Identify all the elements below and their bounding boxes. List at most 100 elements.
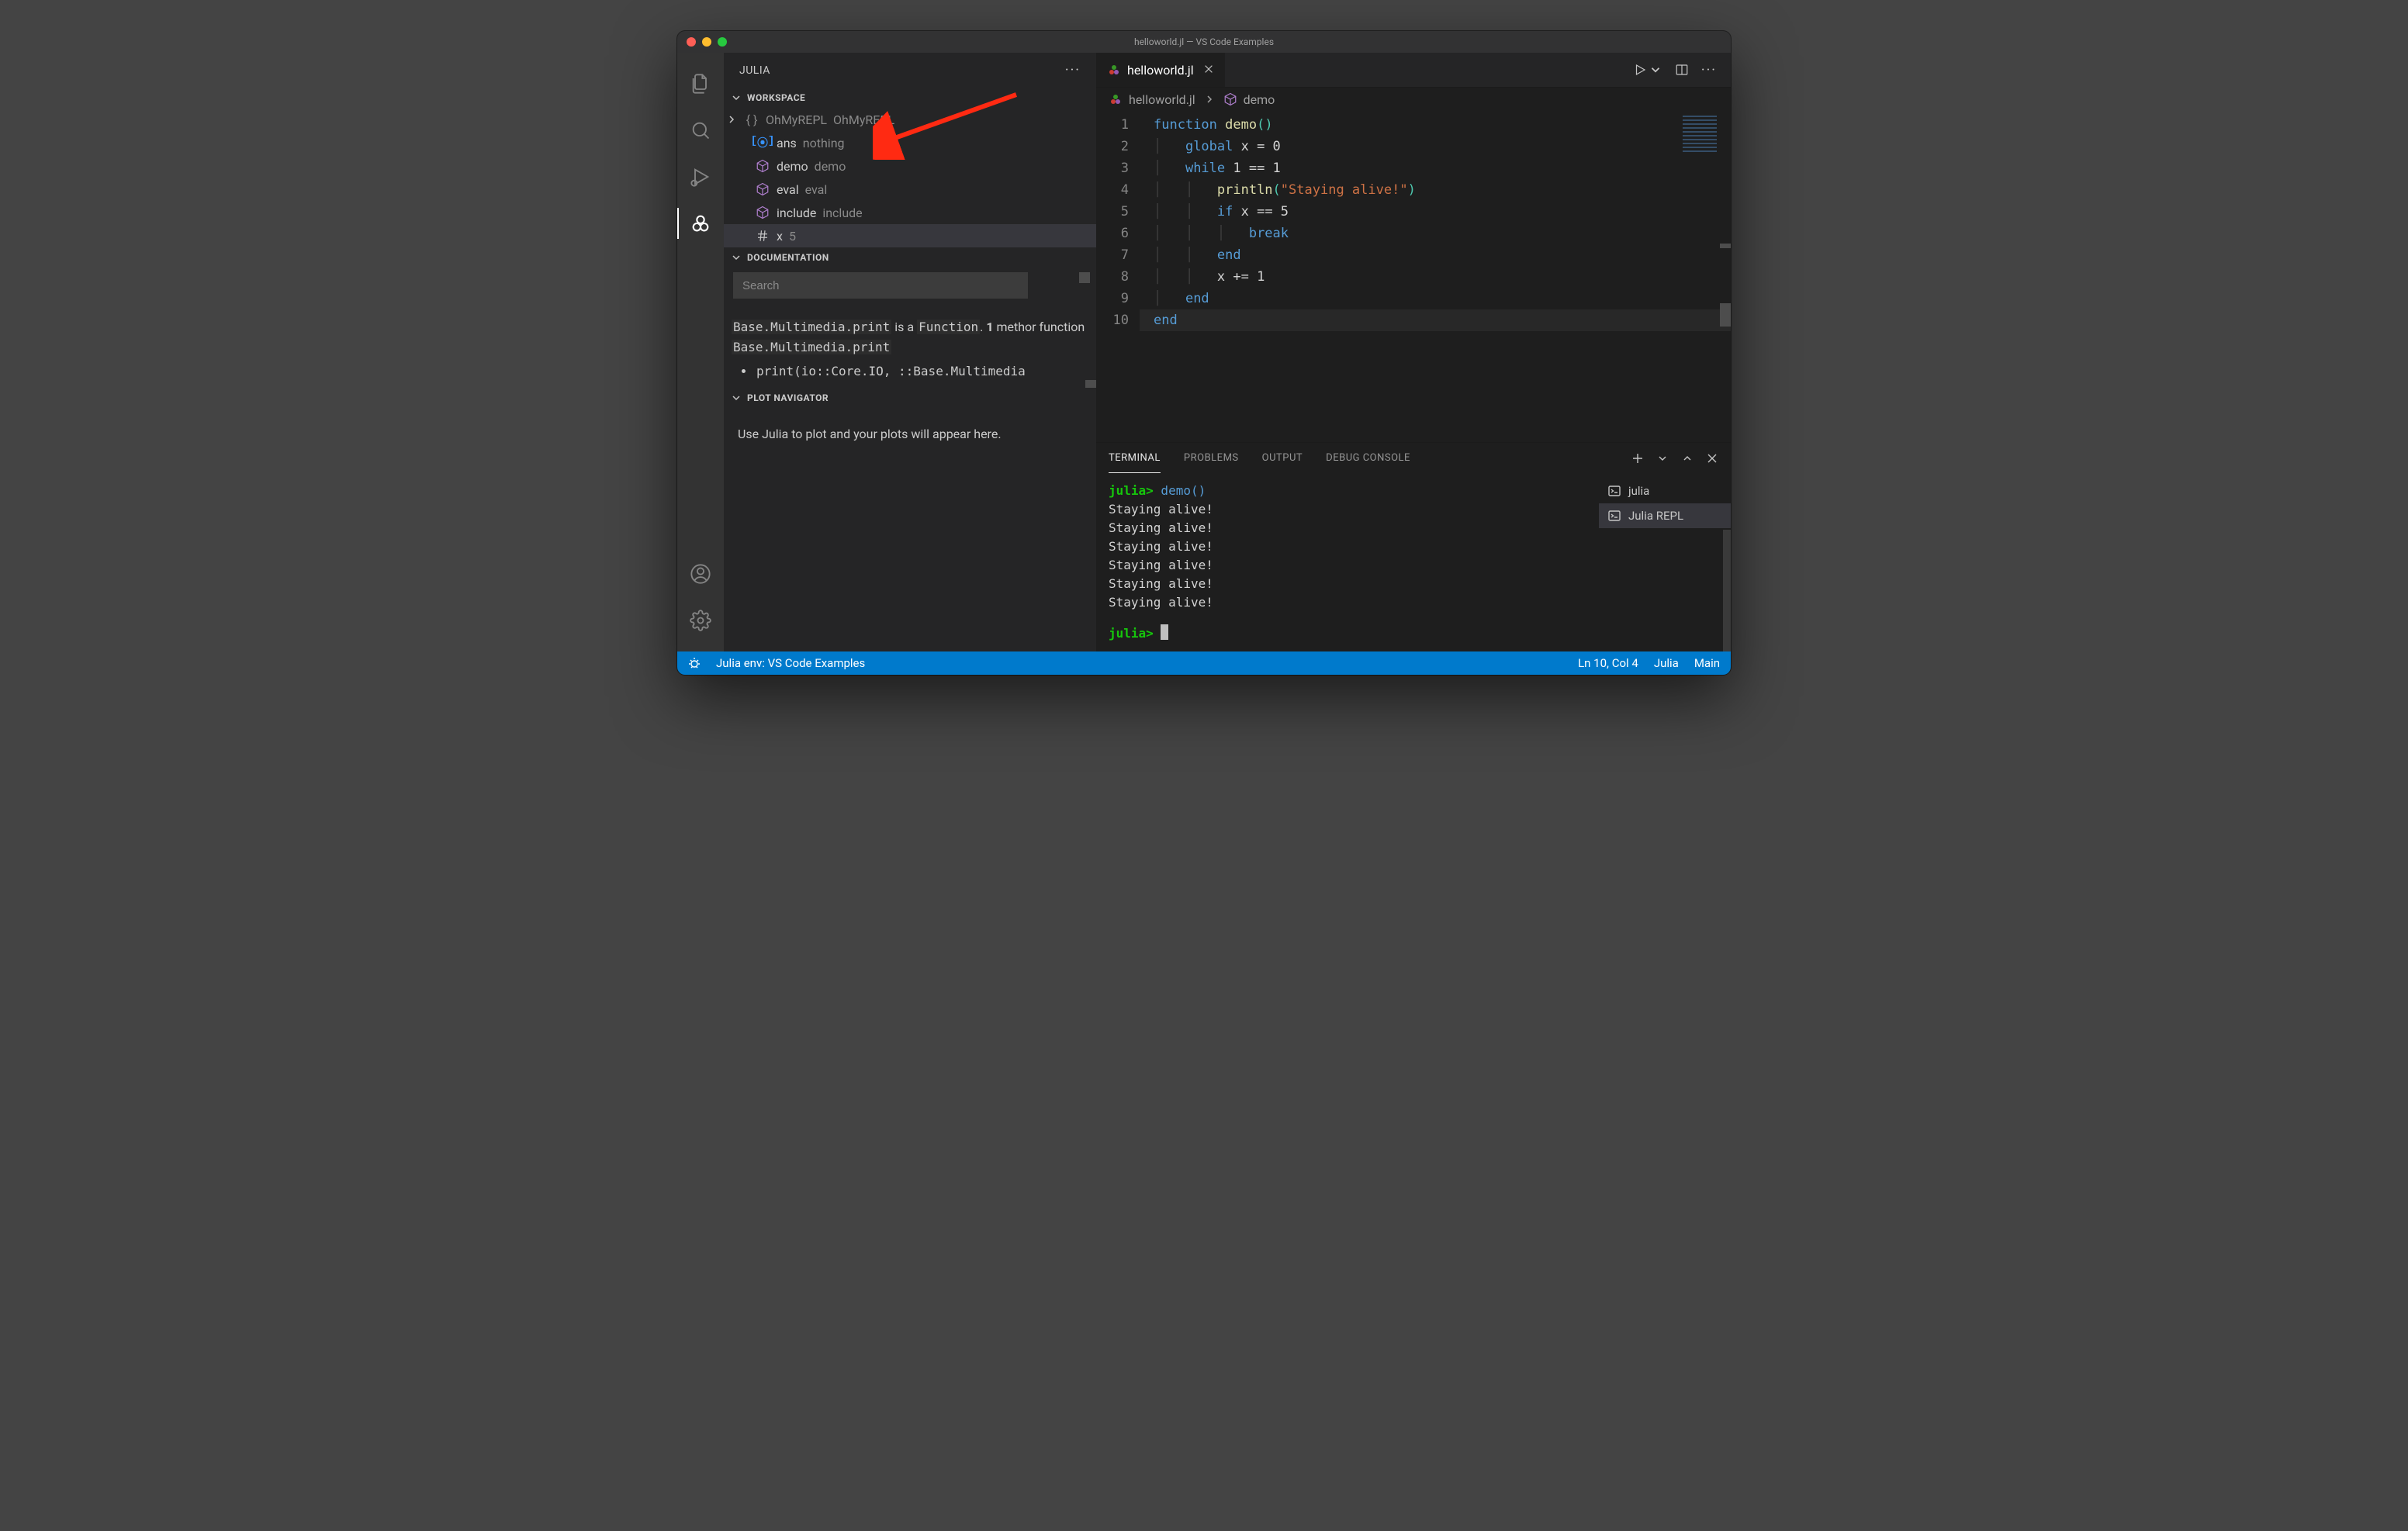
plot-navigator-text: Use Julia to plot and your plots will ap… xyxy=(724,408,1096,460)
workspace-item-eval[interactable]: eval eval xyxy=(724,178,1096,201)
section-workspace: WORKSPACE { } OhMyREPL OhMyREPL [⦿] ans … xyxy=(724,88,1096,247)
workspace-item-x[interactable]: x 5 xyxy=(724,224,1096,247)
panel-tab-terminal[interactable]: TERMINAL xyxy=(1109,443,1161,473)
editor-more-button[interactable]: ··· xyxy=(1701,62,1717,78)
doc-count: 1 xyxy=(986,320,993,334)
breadcrumb-file[interactable]: helloworld.jl xyxy=(1109,92,1195,107)
panel-tab-debug-console[interactable]: DEBUG CONSOLE xyxy=(1326,443,1410,473)
section-plot-navigator: PLOT NAVIGATOR Use Julia to plot and you… xyxy=(724,388,1096,460)
explorer-tab[interactable] xyxy=(677,62,724,105)
julia-tab[interactable] xyxy=(677,202,724,245)
workspace-header[interactable]: WORKSPACE xyxy=(724,88,1096,108)
token-function: demo xyxy=(1225,117,1257,133)
window: helloworld.jl — VS Code Examples xyxy=(677,31,1731,675)
token: x == 5 xyxy=(1233,204,1289,219)
doc-symbol: Base.Multimedia.print xyxy=(732,340,891,354)
workbench: JULIA ··· WORKSPACE { } OhMyREPL OhMyREP… xyxy=(677,53,1731,651)
close-window-button[interactable] xyxy=(687,37,696,47)
bottom-panel: TERMINAL PROBLEMS OUTPUT DEBUG CONSOLE j… xyxy=(1096,442,1731,651)
close-panel-button[interactable] xyxy=(1706,452,1718,465)
token-string: "Staying alive!" xyxy=(1281,182,1408,198)
scrollbar-indicator[interactable] xyxy=(1079,272,1090,283)
token-keyword: end xyxy=(1185,291,1209,306)
close-tab-button[interactable] xyxy=(1203,63,1214,78)
item-type: 5 xyxy=(789,229,796,244)
chevron-down-icon[interactable] xyxy=(1656,452,1669,465)
code-editor[interactable]: 1 2 3 4 5 6 7 8 9 10 function demo()│ gl… xyxy=(1096,111,1731,442)
token-paren: () xyxy=(1257,117,1272,133)
documentation-header[interactable]: DOCUMENTATION xyxy=(724,247,1096,268)
hash-icon xyxy=(756,229,770,243)
terminal-list-item[interactable]: julia xyxy=(1599,479,1731,503)
status-branch[interactable]: Main xyxy=(1694,656,1720,670)
sidebar-more-button[interactable]: ··· xyxy=(1065,62,1081,78)
documentation-scrollbar[interactable] xyxy=(1085,380,1096,388)
tab-helloworld[interactable]: helloworld.jl xyxy=(1096,53,1226,87)
julia-icon xyxy=(690,213,711,234)
workspace-item-include[interactable]: include include xyxy=(724,201,1096,224)
workspace-item-demo[interactable]: demo demo xyxy=(724,154,1096,178)
chevron-up-icon[interactable] xyxy=(1681,452,1694,465)
new-terminal-button[interactable] xyxy=(1631,452,1644,465)
status-julia-env[interactable]: Julia env: VS Code Examples xyxy=(716,656,865,670)
terminal-icon xyxy=(1608,510,1621,522)
sidebar-title: JULIA ··· xyxy=(724,53,1096,88)
status-cursor-position[interactable]: Ln 10, Col 4 xyxy=(1578,656,1638,670)
line-number: 8 xyxy=(1096,266,1129,288)
token-keyword: if xyxy=(1217,204,1233,219)
terminal-list: julia Julia REPL xyxy=(1599,474,1731,651)
item-name: x xyxy=(777,229,783,244)
terminal-list-scrollbar[interactable] xyxy=(1723,530,1731,651)
token-paren: ) xyxy=(1408,182,1416,198)
workspace-item-ans[interactable]: [⦿] ans nothing xyxy=(724,131,1096,154)
status-language-mode[interactable]: Julia xyxy=(1654,656,1679,670)
julia-file-icon xyxy=(1107,63,1121,77)
close-icon xyxy=(1203,64,1214,74)
terminal-list-item[interactable]: Julia REPL xyxy=(1599,503,1731,528)
token-keyword: function xyxy=(1154,117,1217,133)
item-name: OhMyREPL xyxy=(766,112,827,127)
plot-navigator-label: PLOT NAVIGATOR xyxy=(747,392,829,403)
titlebar[interactable]: helloworld.jl — VS Code Examples xyxy=(677,31,1731,53)
token: x = 0 xyxy=(1233,139,1280,154)
overview-ruler[interactable] xyxy=(1720,111,1731,442)
documentation-search-input[interactable] xyxy=(733,272,1028,299)
plot-navigator-header[interactable]: PLOT NAVIGATOR xyxy=(724,388,1096,408)
module-icon xyxy=(756,206,770,219)
workspace-item-ohmyrepl[interactable]: { } OhMyREPL OhMyREPL xyxy=(724,108,1096,131)
item-name: ans xyxy=(777,136,797,150)
panel-tab-output[interactable]: OUTPUT xyxy=(1262,443,1303,473)
minimize-window-button[interactable] xyxy=(702,37,711,47)
settings-button[interactable] xyxy=(677,599,724,642)
editor-tabbar: helloworld.jl ··· xyxy=(1096,53,1731,88)
panel-tab-problems[interactable]: PROBLEMS xyxy=(1184,443,1239,473)
terminal-label: julia xyxy=(1628,484,1649,498)
module-icon xyxy=(1223,92,1237,106)
item-name: demo xyxy=(777,159,808,174)
breadcrumb-symbol[interactable]: demo xyxy=(1223,92,1275,107)
run-debug-tab[interactable] xyxy=(677,155,724,199)
chevron-down-icon xyxy=(730,392,742,404)
token-keyword: global xyxy=(1185,139,1233,154)
line-number: 3 xyxy=(1096,157,1129,179)
tab-label: helloworld.jl xyxy=(1127,63,1194,78)
gear-icon xyxy=(690,610,711,631)
run-button[interactable] xyxy=(1633,63,1662,77)
maximize-window-button[interactable] xyxy=(718,37,727,47)
documentation-content: Base.Multimedia.print is a Function. 1 m… xyxy=(724,303,1096,382)
code-content[interactable]: function demo()│ global x = 0│ while 1 =… xyxy=(1140,111,1731,442)
token-paren: ( xyxy=(1273,182,1281,198)
search-tab[interactable] xyxy=(677,109,724,152)
split-editor-icon[interactable] xyxy=(1675,63,1689,77)
line-number: 9 xyxy=(1096,288,1129,309)
item-type: include xyxy=(822,206,862,220)
terminal-label: Julia REPL xyxy=(1628,509,1683,523)
line-number: 6 xyxy=(1096,223,1129,244)
status-bar: Julia env: VS Code Examples Ln 10, Col 4… xyxy=(677,651,1731,675)
documentation-header-label: DOCUMENTATION xyxy=(747,252,829,263)
status-debug-button[interactable] xyxy=(688,657,701,669)
terminal[interactable]: julia> demo()Staying alive!Staying alive… xyxy=(1096,474,1599,651)
accounts-button[interactable] xyxy=(677,552,724,596)
minimap[interactable] xyxy=(1676,116,1723,170)
line-number: 10 xyxy=(1096,309,1129,331)
